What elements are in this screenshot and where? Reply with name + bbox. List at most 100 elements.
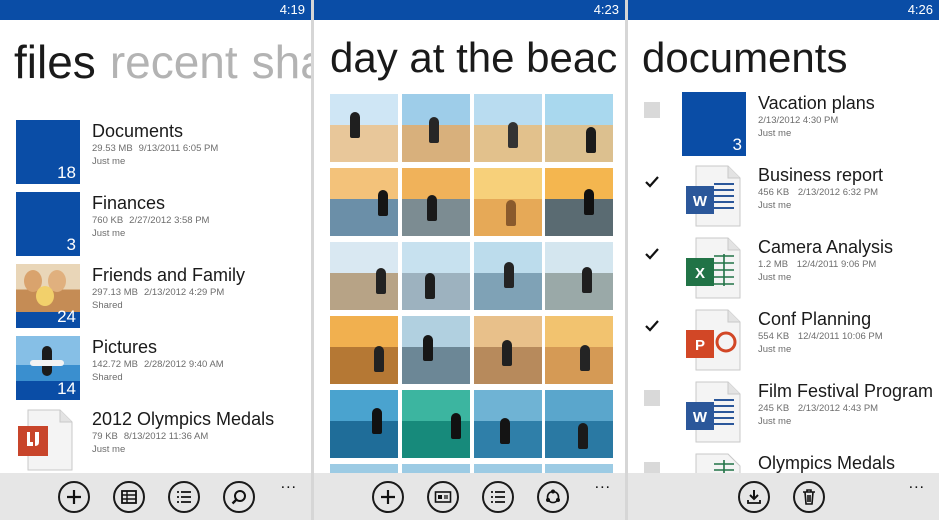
pivot-shared[interactable]: sha (252, 36, 311, 88)
photo-thumbnail[interactable] (545, 390, 613, 458)
item-date: 12/4/2011 10:06 PM (797, 331, 883, 342)
list-item[interactable]: 24 Friends and Family 297.13 MB 2/13/2012… (16, 264, 311, 330)
search-icon (231, 490, 246, 505)
list-button[interactable] (168, 481, 200, 513)
photo-thumbnail[interactable] (330, 390, 398, 458)
item-sharing: Just me (758, 272, 792, 283)
folder-tile: 3 (16, 192, 80, 256)
item-checkbox[interactable] (644, 102, 660, 118)
folder-tile: 18 (16, 120, 80, 184)
item-date: 2/27/2012 3:58 PM (129, 215, 210, 226)
select-icon (121, 490, 137, 504)
item-size: 79 KB (92, 431, 118, 442)
status-bar: 4:23 (314, 0, 625, 20)
documents-panel: 4:26 documents 3 Vacation plans 2/13/201… (628, 0, 939, 520)
photo-thumbnail[interactable] (402, 242, 470, 310)
list-button[interactable] (482, 481, 514, 513)
checkmark-icon (645, 248, 659, 260)
item-checkbox[interactable] (644, 174, 660, 190)
download-icon (747, 490, 761, 504)
item-size: 142.72 MB (92, 359, 138, 370)
item-date: 2/13/2012 4:29 PM (143, 287, 225, 298)
photo-thumbnail[interactable] (545, 94, 613, 162)
photo-thumbnail[interactable] (330, 316, 398, 384)
folder-tile: 3 (682, 92, 746, 156)
pivot-files[interactable]: files (14, 36, 96, 88)
list-item[interactable]: W Business report 456 KB 2/13/2012 6:32 … (642, 164, 939, 230)
photo-thumbnail[interactable] (402, 464, 470, 473)
photo-thumbnail[interactable] (330, 94, 398, 162)
status-bar: 4:19 (0, 0, 311, 20)
photo-thumbnail[interactable] (402, 316, 470, 384)
excel-file-icon: X (682, 236, 746, 300)
item-name: Olympics Medals (758, 453, 896, 473)
photo-thumbnail[interactable] (474, 242, 542, 310)
list-item[interactable]: 14 Pictures 142.72 MB 2/28/2012 9:40 AM S… (16, 336, 311, 402)
list-item[interactable]: W Film Festival Program 245 KB 2/13/2012… (642, 380, 939, 446)
powerpoint-file-icon: P (682, 308, 746, 372)
list-item[interactable]: 3 Vacation plans 2/13/2012 4:30 PM Just … (642, 92, 939, 158)
add-button[interactable] (372, 481, 404, 513)
photo-thumbnail[interactable] (474, 168, 542, 236)
photo-thumbnail[interactable] (545, 316, 613, 384)
item-name: 2012 Olympics Medals (92, 409, 275, 429)
word-file-icon: W (682, 380, 746, 444)
app-bar: ... (0, 473, 311, 520)
photo-thumbnail[interactable] (402, 390, 470, 458)
photo-thumbnail[interactable] (330, 464, 398, 473)
svg-text:W: W (693, 409, 708, 426)
slideshow-button[interactable] (427, 481, 459, 513)
item-name: Friends and Family (92, 265, 246, 285)
photo-thumbnail[interactable] (545, 168, 613, 236)
word-file-icon: W (682, 164, 746, 228)
folder-title: documents (642, 34, 848, 81)
photo-thumbnail[interactable] (402, 168, 470, 236)
item-name: Vacation plans (758, 93, 875, 113)
photo-thumbnail[interactable] (545, 242, 613, 310)
list-item[interactable]: 18 Documents 29.53 MB 9/13/2011 6:05 PM J… (16, 120, 311, 186)
photo-thumbnail[interactable] (402, 94, 470, 162)
list-item[interactable]: 3 Finances 760 KB 2/27/2012 3:58 PM Just … (16, 192, 311, 258)
list-item[interactable]: P Conf Planning 554 KB 12/4/2011 10:06 P… (642, 308, 939, 374)
add-button[interactable] (58, 481, 90, 513)
photo-thumbnail[interactable] (474, 464, 542, 473)
list-item[interactable]: X Camera Analysis 1.2 MB 12/4/2011 9:06 … (642, 236, 939, 302)
item-checkbox[interactable] (644, 390, 660, 406)
download-button[interactable] (738, 481, 770, 513)
item-checkbox[interactable] (644, 246, 660, 262)
photo-folder-tile: 24 (16, 264, 80, 328)
photo-thumbnail[interactable] (474, 94, 542, 162)
item-name: Documents (92, 121, 184, 141)
item-sharing: Just me (758, 344, 792, 355)
search-button[interactable] (223, 481, 255, 513)
photo-folder-tile: 14 (16, 336, 80, 400)
photo-thumbnail[interactable] (474, 316, 542, 384)
delete-button[interactable] (793, 481, 825, 513)
list-icon (491, 491, 505, 503)
photo-thumbnail[interactable] (474, 390, 542, 458)
clock: 4:23 (593, 2, 619, 17)
status-bar: 4:26 (628, 0, 939, 20)
item-sharing: Just me (758, 128, 792, 139)
list-icon (177, 491, 191, 503)
pivot-recent[interactable]: recent (110, 36, 238, 88)
item-sharing: Just me (758, 200, 792, 211)
svg-text:W: W (693, 193, 708, 210)
app-bar: ... (628, 473, 939, 520)
item-date: 2/13/2012 4:30 PM (758, 115, 839, 126)
share-button[interactable] (537, 481, 569, 513)
add-icon (381, 490, 395, 504)
photo-thumbnail[interactable] (330, 242, 398, 310)
item-date: 2/28/2012 9:40 AM (143, 359, 224, 370)
item-size: 1.2 MB (758, 259, 789, 270)
photo-thumbnail[interactable] (330, 168, 398, 236)
more-button[interactable]: ... (595, 475, 611, 493)
list-item[interactable]: 2012 Olympics Medals 79 KB 8/13/2012 11:3… (16, 408, 311, 474)
select-button[interactable] (113, 481, 145, 513)
item-name: Pictures (92, 337, 158, 357)
item-sharing: Just me (758, 416, 792, 427)
more-button[interactable]: ... (281, 475, 297, 493)
item-checkbox[interactable] (644, 318, 660, 334)
photo-thumbnail[interactable] (545, 464, 613, 473)
more-button[interactable]: ... (909, 475, 925, 493)
